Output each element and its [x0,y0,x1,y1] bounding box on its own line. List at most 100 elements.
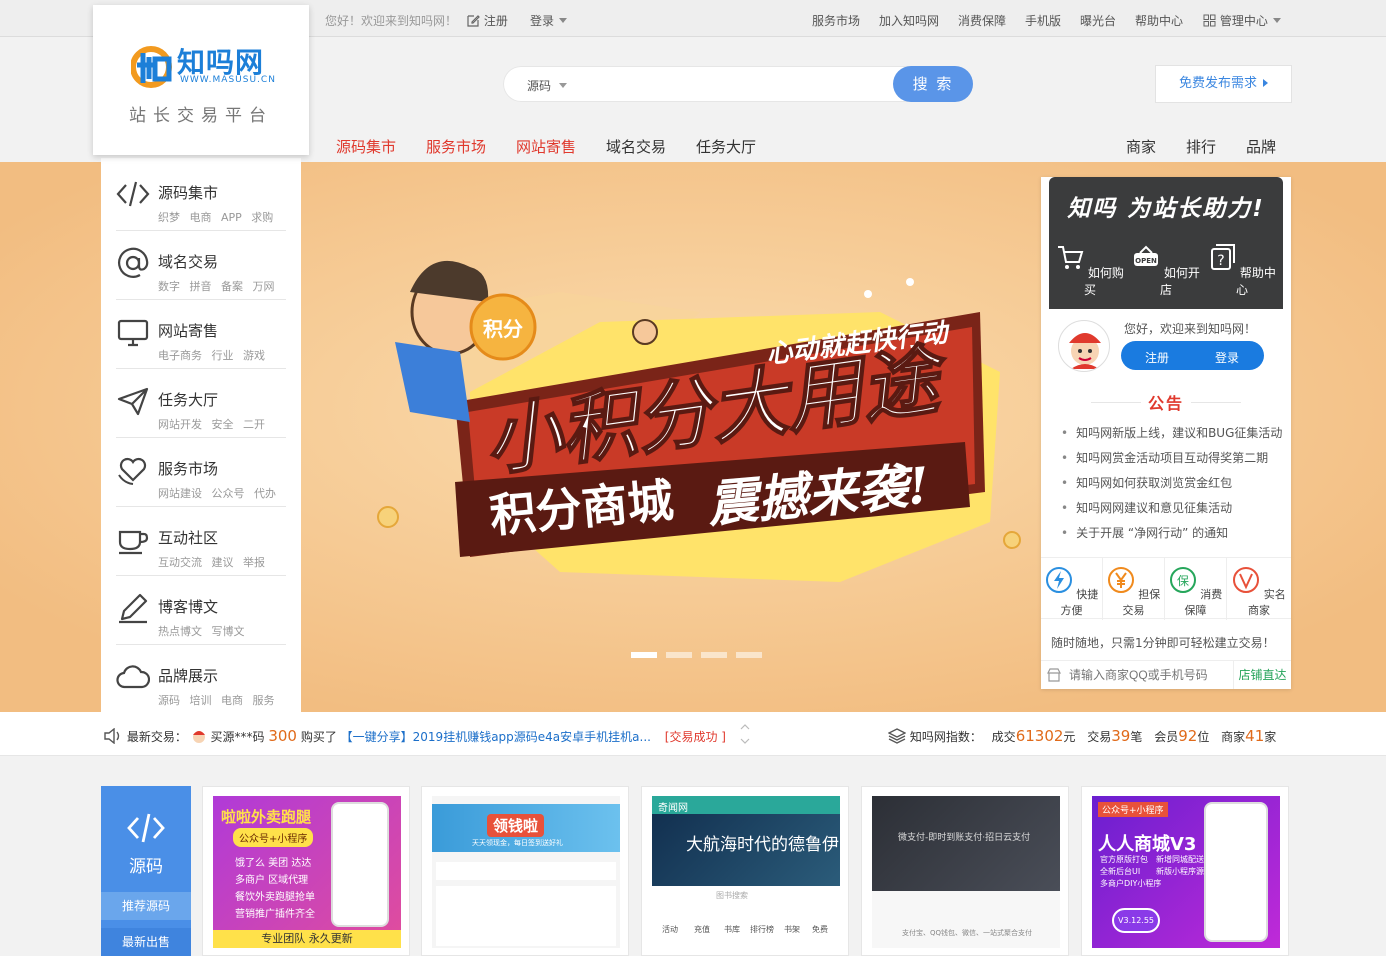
trade-count-label: 交易 [1087,730,1112,744]
toplink-services[interactable]: 服务市场 [812,12,860,29]
at-icon [118,247,149,278]
tile-icon-label: 书架 [784,925,800,934]
category-item-service[interactable]: 服务市场 网站建设 公众号 代办 [116,439,286,507]
feature-verified[interactable]: 实名商家 [1227,558,1291,620]
tile-sub: 支付宝、QQ钱包、微信、一站式聚合支付 [902,929,1033,937]
search-category-dropdown[interactable]: 源码 [527,77,568,94]
avatar[interactable] [1058,320,1110,372]
paper-plane-icon [117,387,149,416]
chevron-down-icon [559,18,568,23]
feature-escrow[interactable]: 担保交易 [1103,558,1165,620]
carousel-dot-4[interactable] [736,652,762,658]
trade-amount: 300 [268,727,297,745]
phone-mockup [331,802,389,927]
tile-headline: 人人商城V3 [1098,834,1197,855]
category-item-domain[interactable]: 域名交易 数字 拼音 备案 万网 [116,232,286,300]
tab-recommended-source[interactable]: 推荐源码 [101,892,191,920]
monitor-icon [117,319,149,347]
feature-convenient[interactable]: 快捷方便 [1041,558,1103,620]
publish-request-label: 免费发布需求 [1178,76,1257,91]
nav-ranking[interactable]: 排行 [1186,136,1216,157]
page: 您好！欢迎来到知吗网！ 注册 登录 服务市场 加入知吗网 消费保障 手机版 曝光… [0,0,1386,956]
logo-card[interactable]: 知吗网 WWW.MASUSU.CN 站长交易平台 [93,5,309,155]
notice-item[interactable]: 知吗网新版上线，建议和BUG征集活动 [1061,424,1282,449]
trade-item-link[interactable]: 【一键分享】2019挂机赚钱app源码e4a安卓手机挂机a... [341,730,651,744]
nav-brands[interactable]: 品牌 [1246,136,1276,157]
login-dropdown[interactable]: 登录 [530,12,568,29]
product-image: 公众号+小程序 人人商城V3 官方原版打包 全新后台UI 多商户DIY小程序 新… [1092,796,1280,948]
category-item-community[interactable]: 互动社区 互动交流 建议 举报 [116,508,286,576]
category-item-consign[interactable]: 网站寄售 电子商务 行业 游戏 [116,301,286,369]
category-item-task[interactable]: 任务大厅 网站开发 安全 二开 [116,370,286,438]
nav-task-hall[interactable]: 任务大厅 [696,136,756,157]
toplink-join[interactable]: 加入知吗网 [879,12,939,29]
toplink-exposure[interactable]: 曝光台 [1080,12,1116,29]
feature-protection[interactable]: 保 消费保障 [1165,558,1227,620]
toplink-guarantee[interactable]: 消费保障 [958,12,1006,29]
category-sub: 网站开发 安全 二开 [158,418,265,431]
buyer-avatar-icon [192,731,205,743]
register-link[interactable]: 注册 [467,12,508,29]
merchant-unit: 家 [1264,730,1277,744]
grid-icon [1203,14,1216,27]
notice-item[interactable]: 知吗网网建议和意见征集活动 [1061,499,1282,524]
tile-banner-text: 领钱啦 [487,814,545,837]
nav-site-consign[interactable]: 网站寄售 [516,136,576,157]
panel-register-button[interactable]: 注册 [1145,349,1169,366]
nav-merchants[interactable]: 商家 [1126,136,1156,157]
category-title: 服务市场 [158,460,219,478]
nav-service-market[interactable]: 服务市场 [426,136,486,157]
category-title: 域名交易 [158,253,219,271]
category-title: 网站寄售 [158,322,219,340]
category-title: 互动社区 [158,529,219,547]
category-item-brand[interactable]: 品牌展示 源码 培训 电商 服务 [116,646,286,714]
search-bar: 源码 搜 索 [503,66,973,102]
help-how-to-open[interactable]: OPEN 如何开店 [1129,243,1203,298]
nav-source-market[interactable]: 源码集市 [336,136,396,157]
cloud-icon [116,665,150,689]
trade-ticker: 最新交易： 买源***码 300 购买了 【一键分享】2019挂机赚钱app源码… [0,712,1386,756]
category-menu: 源码集市 织梦 电商 APP 求购 域名交易 数字 拼音 备案 万网 网站寄售 … [101,158,301,712]
tile-line: 多商户DIY小程序 [1100,879,1162,888]
search-button[interactable]: 搜 索 [893,66,973,102]
notice-item[interactable]: 知吗网赏金活动项目互动得奖第二期 [1061,449,1282,474]
merchant-search-input[interactable] [1049,665,1229,685]
carousel-dot-3[interactable] [701,652,727,658]
publish-request-button[interactable]: 免费发布需求 [1155,65,1292,103]
notice-title: 公告 [1041,390,1291,414]
category-sub: 电子商务 行业 游戏 [158,349,265,362]
product-tile-2[interactable]: 领钱啦 天天领现金，每日签到送好礼 [421,786,629,956]
product-tile-4[interactable]: 微支付-即时到账支付·招日云支付 支付宝、QQ钱包、微信、一站式聚合支付 [861,786,1069,956]
category-item-blog[interactable]: 博客博文 热点博文 写博文 [116,577,286,645]
product-tile-5[interactable]: 公众号+小程序 人人商城V3 官方原版打包 全新后台UI 多商户DIY小程序 新… [1081,786,1289,956]
store-direct-button[interactable]: 店铺直达 [1233,661,1291,689]
help-center[interactable]: ? 帮助中心 [1205,243,1279,298]
search-input[interactable] [588,72,888,96]
source-section-box: 源码 推荐源码 最新出售 [101,786,191,956]
category-item-source[interactable]: 源码集市 织梦 电商 APP 求购 [116,163,286,231]
nav-domain-trade[interactable]: 域名交易 [606,136,666,157]
carousel-dot-1[interactable] [631,652,657,658]
tile-icon-label: 充值 [694,925,710,934]
product-tile-3[interactable]: 奇闻网 大航海时代的德鲁伊 图书搜索 活动 充值 书库 排行榜 书架 免费 [641,786,849,956]
product-image: 领钱啦 天天领现金，每日签到送好礼 [432,796,620,948]
help-header: 知吗 为站长助力! 如何购买 OPEN 如何开店 ? 帮助中心 [1049,177,1283,309]
chevron-down-icon [1272,18,1281,23]
tile-content-block [436,886,616,946]
ticker-scroll-arrows-icon[interactable] [740,722,750,746]
toplink-help[interactable]: 帮助中心 [1135,12,1183,29]
notice-list: 知吗网新版上线，建议和BUG征集活动 知吗网赏金活动项目互动得奖第二期 知吗网如… [1061,424,1282,549]
toplink-mobile[interactable]: 手机版 [1025,12,1061,29]
category-sub: 源码 培训 电商 服务 [158,694,275,707]
notice-item[interactable]: 关于开展 “净网行动” 的通知 [1061,524,1282,549]
tile-footer: 专业团队 永久更新 [213,930,401,948]
tab-latest-sale[interactable]: 最新出售 [101,928,191,956]
help-how-to-buy[interactable]: 如何购买 [1053,243,1127,298]
edit-icon [467,15,480,27]
notice-item[interactable]: 知吗网如何获取浏览赏金红包 [1061,474,1282,499]
trade-action: 购买了 [300,730,337,744]
carousel-dot-2[interactable] [666,652,692,658]
product-tile-1[interactable]: 啦啦外卖跑腿 公众号+小程序 饿了么 美团 达达 多商户 区域代理 餐饮外卖跑腿… [202,786,410,956]
panel-login-button[interactable]: 登录 [1215,349,1239,366]
admin-dropdown[interactable]: 管理中心 [1203,12,1281,29]
